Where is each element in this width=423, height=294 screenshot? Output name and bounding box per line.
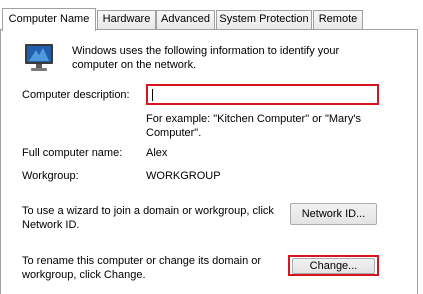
computer-monitor-icon (22, 41, 58, 73)
computer-description-label: Computer description: (22, 89, 130, 101)
change-button[interactable]: Change... (292, 258, 375, 274)
text-caret (152, 89, 153, 101)
rename-text: To rename this computer or change its do… (22, 255, 262, 281)
tab-hardware[interactable]: Hardware (97, 10, 156, 30)
tab-computer-name[interactable]: Computer Name (2, 8, 96, 31)
network-id-text: To use a wizard to join a domain or work… (22, 205, 274, 231)
intro-text: Windows uses the following information t… (72, 45, 340, 71)
full-computer-name-value: Alex (146, 147, 168, 159)
computer-description-input[interactable] (146, 84, 379, 105)
full-computer-name-label: Full computer name: (22, 147, 123, 159)
workgroup-label: Workgroup: (22, 170, 79, 182)
description-example: For example: "Kitchen Computer" or "Mary… (146, 113, 361, 139)
network-id-button[interactable]: Network ID... (290, 203, 377, 225)
tab-remote[interactable]: Remote (313, 10, 363, 30)
tab-system-protection[interactable]: System Protection (216, 10, 312, 30)
workgroup-value: WORKGROUP (146, 170, 221, 182)
tab-advanced[interactable]: Advanced (156, 10, 215, 30)
tab-strip: Computer Name Hardware Advanced System P… (0, 8, 423, 31)
